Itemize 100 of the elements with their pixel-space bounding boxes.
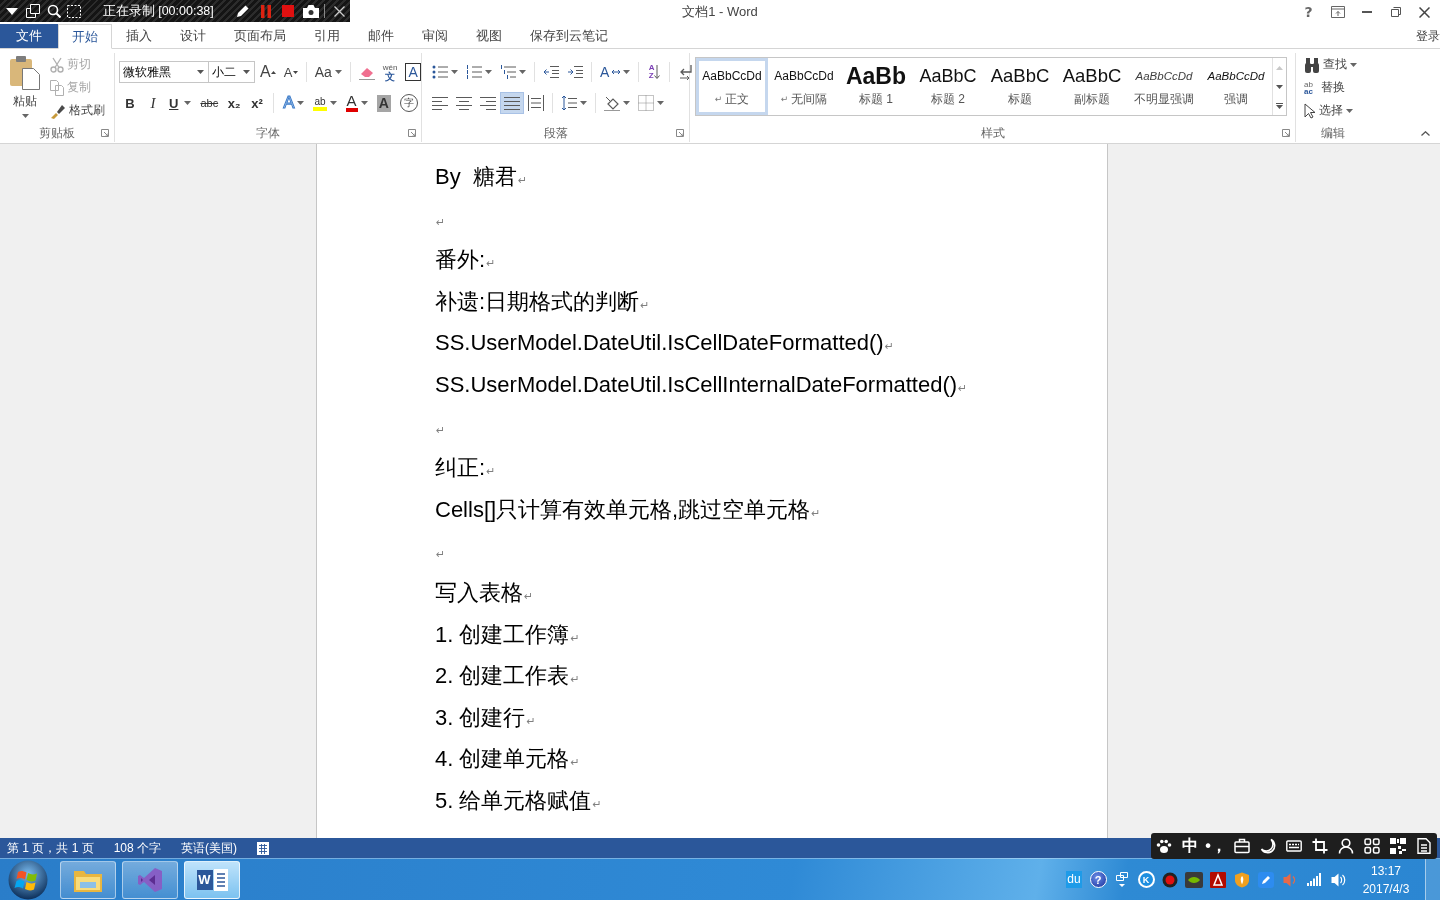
pause-icon[interactable] bbox=[260, 4, 271, 18]
style-item[interactable]: AaBbCcDd ↵ 正文 bbox=[696, 58, 768, 115]
qr-code-icon[interactable] bbox=[1390, 838, 1406, 854]
phonetic-guide-button[interactable]: wén 文 bbox=[378, 61, 402, 83]
font-color-button[interactable]: A bbox=[341, 92, 372, 114]
ribbon-display-icon[interactable] bbox=[1330, 6, 1345, 18]
paragraph-mark: ↵ bbox=[486, 465, 496, 478]
crop-icon[interactable] bbox=[1312, 838, 1328, 854]
launcher-icon[interactable] bbox=[101, 129, 109, 137]
paragraph-mark: ↵ bbox=[517, 174, 528, 186]
find-button[interactable]: 查找 bbox=[1302, 53, 1359, 76]
style-item[interactable]: AaBbC 标题 2 bbox=[912, 58, 984, 115]
style-item[interactable]: AaBbC 标题 bbox=[984, 58, 1056, 115]
paw-icon[interactable] bbox=[1156, 838, 1172, 854]
paragraph-text: 2. 创建工作表 bbox=[435, 663, 570, 689]
style-item[interactable]: AaBbCcDd 不明显强调 bbox=[1128, 58, 1200, 115]
file-tab[interactable]: 文件 bbox=[0, 24, 58, 48]
italic-button[interactable]: I bbox=[142, 92, 164, 114]
dashed-rectangle-icon[interactable] bbox=[67, 4, 82, 18]
taskbar-button[interactable] bbox=[60, 860, 116, 899]
caret-down-icon[interactable] bbox=[6, 7, 19, 15]
superscript-button[interactable]: x² bbox=[246, 92, 269, 114]
ribbon-tab[interactable]: 页面布局 bbox=[220, 24, 300, 48]
record-icon[interactable] bbox=[1162, 871, 1178, 888]
person-icon[interactable] bbox=[1338, 838, 1354, 854]
ribbon-tab[interactable]: 插入 bbox=[112, 24, 166, 48]
font-size-field[interactable]: 小二 bbox=[208, 61, 255, 83]
ribbon-tab[interactable]: 开始 bbox=[58, 24, 112, 49]
taskbar-button[interactable] bbox=[122, 860, 178, 899]
status-text[interactable]: 108 个字 bbox=[113, 839, 162, 857]
close-icon[interactable] bbox=[1419, 6, 1430, 18]
change-case-button[interactable]: Aa bbox=[310, 61, 346, 83]
style-item[interactable]: AaBb 标题 1 bbox=[840, 58, 912, 115]
stop-icon[interactable] bbox=[282, 5, 295, 17]
minimize-icon[interactable] bbox=[1361, 11, 1372, 13]
status-text[interactable]: 第 1 页，共 1 页 bbox=[7, 839, 94, 857]
select-button[interactable]: 选择 bbox=[1302, 99, 1359, 122]
status-text[interactable]: 英语(美国) bbox=[181, 839, 238, 857]
font-name-field[interactable]: 微软雅黑 bbox=[119, 61, 209, 83]
paragraph-mark: ↵ bbox=[570, 673, 580, 686]
replace-button[interactable]: ab ac 替换 bbox=[1302, 76, 1359, 99]
windows-icon[interactable] bbox=[26, 4, 40, 18]
moon-icon[interactable] bbox=[1260, 838, 1276, 854]
pen-tile-icon[interactable] bbox=[1258, 871, 1274, 888]
restore-icon[interactable] bbox=[1390, 7, 1401, 17]
launcher-icon[interactable] bbox=[408, 129, 416, 137]
caret-up-icon[interactable] bbox=[1421, 131, 1430, 136]
ribbon-tab[interactable]: 保存到云笔记 bbox=[516, 24, 622, 48]
paragraph-mark: ↵ bbox=[436, 423, 446, 436]
shrink-font-button[interactable]: A bbox=[279, 61, 302, 83]
more-icon[interactable] bbox=[1276, 102, 1283, 109]
eye-logo-icon[interactable] bbox=[1185, 871, 1203, 888]
help-button[interactable]: ? bbox=[1089, 871, 1107, 888]
start-orb-icon[interactable] bbox=[8, 859, 48, 900]
launcher-icon[interactable] bbox=[676, 129, 684, 137]
bold-button[interactable]: B bbox=[119, 92, 141, 114]
format-painter-button[interactable]: 格式刷 bbox=[48, 99, 107, 122]
help-button[interactable]: ? bbox=[1294, 0, 1323, 24]
grid-icon[interactable] bbox=[1364, 838, 1380, 854]
ribbon-tab[interactable]: 引用 bbox=[300, 24, 354, 48]
camera-icon[interactable] bbox=[303, 4, 319, 18]
style-item[interactable]: AaBbCcDd 强调 bbox=[1200, 58, 1272, 115]
style-item[interactable]: AaBbCcDd ↵ 无间隔 bbox=[768, 58, 840, 115]
grow-font-button[interactable]: A bbox=[256, 61, 280, 83]
ribbon-tab[interactable]: 审阅 bbox=[408, 24, 462, 48]
taskbar-button[interactable]: W bbox=[184, 860, 240, 899]
paste-button[interactable]: 粘贴 bbox=[6, 53, 44, 124]
sort-button[interactable]: AZ bbox=[643, 61, 666, 83]
signal-bars-icon[interactable] bbox=[1307, 873, 1321, 886]
underline-button[interactable]: U bbox=[165, 92, 196, 114]
ribbon-tab[interactable]: 邮件 bbox=[354, 24, 408, 48]
ime-text-button[interactable]: •， bbox=[1205, 837, 1227, 855]
document-icon[interactable] bbox=[257, 841, 270, 855]
paragraph-mark: ↵ bbox=[958, 381, 968, 394]
keyboard-icon[interactable] bbox=[1286, 838, 1302, 854]
sign-in-link[interactable]: 登录 bbox=[1416, 24, 1440, 48]
window-title: 文档1 - Word bbox=[682, 3, 758, 21]
document-icon[interactable] bbox=[1416, 838, 1432, 854]
highlight-button[interactable]: ab bbox=[309, 92, 341, 114]
ribbon-tab[interactable]: 视图 bbox=[462, 24, 516, 48]
asian-layout-button[interactable]: A bbox=[596, 61, 635, 83]
triangle-tile-icon[interactable] bbox=[1210, 871, 1226, 888]
shield-icon[interactable] bbox=[1234, 871, 1250, 888]
recording-status: 正在录制 [00:00:38] bbox=[102, 3, 214, 20]
clock[interactable]: 13:17 2017/4/3 bbox=[1350, 861, 1422, 898]
double-arrow-icon bbox=[612, 69, 621, 75]
outdent-icon bbox=[543, 64, 559, 80]
style-item[interactable]: AaBbC 副标题 bbox=[1056, 58, 1128, 115]
align-center-icon bbox=[456, 95, 472, 111]
briefcase-icon[interactable] bbox=[1234, 838, 1250, 854]
volume-icon[interactable] bbox=[1330, 871, 1346, 888]
search-icon[interactable] bbox=[46, 4, 61, 18]
pencil-icon[interactable] bbox=[236, 4, 251, 18]
launcher-icon[interactable] bbox=[1282, 129, 1290, 137]
ime-text-button[interactable]: 中 bbox=[1182, 837, 1198, 855]
strikethrough-button[interactable]: abc bbox=[196, 92, 223, 114]
justify-button[interactable] bbox=[500, 92, 524, 114]
ribbon-tab[interactable]: 设计 bbox=[166, 24, 220, 48]
scroll-down-icon[interactable] bbox=[1276, 84, 1283, 89]
subscript-button[interactable]: x₂ bbox=[223, 92, 246, 114]
